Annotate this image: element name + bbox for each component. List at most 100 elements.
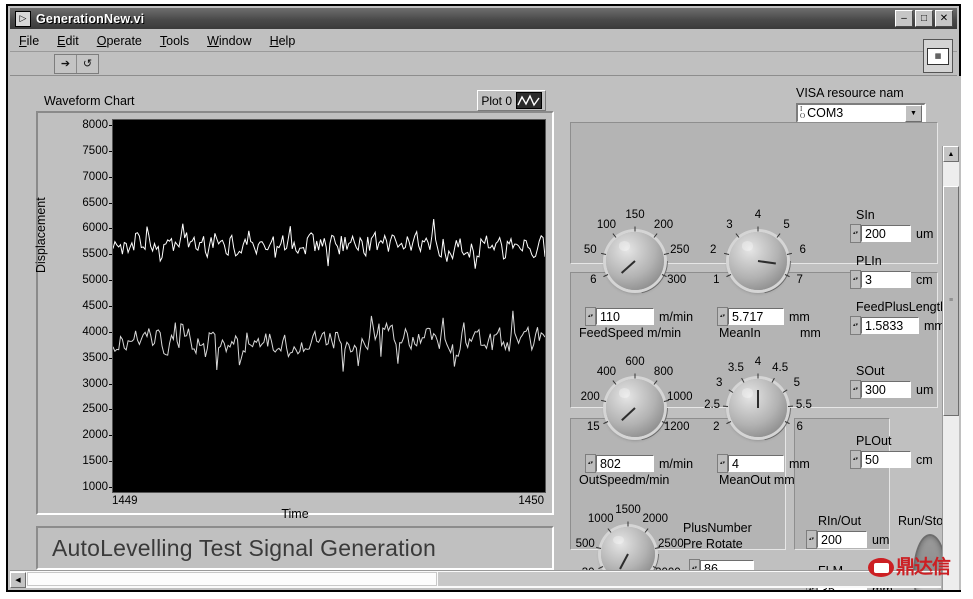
meanout-knob-tickmark <box>723 406 728 407</box>
plin-value-input[interactable]: 3 <box>861 271 911 288</box>
meanin-knob-tick: 7 <box>796 274 802 286</box>
chart-frame: Plot 0 Displacement 80007500700065006000… <box>36 111 554 515</box>
chart-y-axis: 8000750070006500600055005000450040003500… <box>56 119 108 493</box>
menu-operate[interactable]: Operate <box>88 33 151 49</box>
run-arrow-icon[interactable]: ➔ <box>55 55 77 73</box>
labview-window: ▷ GenerationNew.vi – □ ✕ FFileile Edit O… <box>6 4 961 592</box>
menu-window[interactable]: Window <box>198 33 260 49</box>
menu-tools[interactable]: Tools <box>151 33 198 49</box>
hscroll-thumb[interactable] <box>27 572 437 586</box>
outspeed-knob-tickmark <box>635 374 636 379</box>
rinout-value-input[interactable]: 200 <box>817 531 867 548</box>
minimize-button[interactable]: – <box>895 10 913 27</box>
meanout-knob-needle <box>757 390 759 408</box>
meanout-value-unit: mm <box>789 457 810 471</box>
outspeed-value-input[interactable]: 802 <box>596 455 654 472</box>
feedpluslength-value-spinner[interactable]: ▴▾ <box>850 316 861 335</box>
feedspeed-knob[interactable]: 650100150200250300 <box>576 206 694 316</box>
visa-combobox[interactable]: IO COM3 ▼ <box>796 103 926 123</box>
outspeed-value-spinner[interactable]: ▴▾ <box>585 454 596 473</box>
run-continuous-icon[interactable]: ↺ <box>77 55 98 73</box>
outspeed-knob-tick: 1000 <box>667 391 693 403</box>
close-button[interactable]: ✕ <box>935 10 953 27</box>
vi-title-icon: ▷ <box>15 11 31 27</box>
toolbar: ➔ ↺ <box>10 52 957 76</box>
meanin-knob-tick: 1 <box>713 274 719 286</box>
menu-help[interactable]: Help <box>261 33 305 49</box>
feedspeed-knob-tick: 250 <box>670 244 689 256</box>
sin-value: ▴▾200um <box>850 224 933 243</box>
chart-ytick: 3500 <box>82 352 108 364</box>
feedspeed-value: ▴▾110m/min <box>585 307 693 326</box>
visa-label: VISA resource nam <box>796 86 924 100</box>
chart-ytick: 1000 <box>82 481 108 493</box>
rinout-value-spinner[interactable]: ▴▾ <box>806 530 817 549</box>
meanin-knob-tick: 2 <box>710 244 716 256</box>
meanout-value-input[interactable]: 4 <box>728 455 784 472</box>
banner-text: AutoLevelling Test Signal Generation <box>52 535 436 562</box>
waveform-line-icon[interactable] <box>516 92 542 109</box>
feedspeed-knob-tick: 300 <box>667 274 686 286</box>
outspeed-knob-tick: 400 <box>597 366 616 378</box>
feedspeed-value-input[interactable]: 110 <box>596 308 654 325</box>
meanin-value-spinner[interactable]: ▴▾ <box>717 307 728 326</box>
chevron-down-icon[interactable]: ▼ <box>905 105 922 122</box>
window-controls: – □ ✕ <box>895 10 955 27</box>
watermark-logo-icon <box>868 558 894 577</box>
hscroll-track[interactable] <box>438 572 941 586</box>
meanout-value: ▴▾4 mm <box>717 454 810 473</box>
feedpluslength-value-input[interactable]: 1.5833 <box>861 317 919 334</box>
sout-value-spinner[interactable]: ▴▾ <box>850 380 861 399</box>
meanin-value-input[interactable]: 5.717 <box>728 308 784 325</box>
chart-ytick: 4500 <box>82 300 108 312</box>
visa-value: COM3 <box>807 106 905 120</box>
title-bar: ▷ GenerationNew.vi – □ ✕ <box>10 8 957 29</box>
meanout-value-spinner[interactable]: ▴▾ <box>717 454 728 473</box>
menu-file[interactable]: FFileile <box>10 33 48 49</box>
caret-up-icon[interactable]: ▲ <box>943 146 959 162</box>
menu-edit[interactable]: Edit <box>48 33 88 49</box>
meanin-knob-tick: 3 <box>726 219 732 231</box>
meanin-value-unit: mm <box>789 310 810 324</box>
meanout-knob-arc <box>725 375 791 441</box>
chart-ytick: 1500 <box>82 455 108 467</box>
sin-label: SIn <box>856 208 875 222</box>
plout-label: PLOut <box>856 434 891 448</box>
outspeed-knob[interactable]: 1520040060080010001200 <box>576 353 694 463</box>
plusnumber-label2: Pre Rotate <box>683 537 743 551</box>
legend-label: Plot 0 <box>481 94 512 108</box>
plin-value-spinner[interactable]: ▴▾ <box>850 270 861 289</box>
plout-value-input[interactable]: 50 <box>861 451 911 468</box>
plout-value-spinner[interactable]: ▴▾ <box>850 450 861 469</box>
outspeed-value: ▴▾802m/min <box>585 454 693 473</box>
vertical-scrollbar[interactable]: ▲ ≡ ▼ <box>942 146 959 590</box>
meanout-caption: MeanOut mm <box>719 473 795 487</box>
maximize-button[interactable]: □ <box>915 10 933 27</box>
chart-plot-area[interactable] <box>112 119 546 493</box>
vscroll-thumb[interactable]: ≡ <box>943 186 959 416</box>
chart-trace <box>113 311 545 372</box>
sin-value-spinner[interactable]: ▴▾ <box>850 224 861 243</box>
vi-connector-icon[interactable]: ▦ <box>923 39 953 73</box>
plin-label: PLIn <box>856 254 882 268</box>
chart-legend[interactable]: Plot 0 <box>477 90 546 111</box>
feedpluslength-label: FeedPlusLength <box>856 300 947 314</box>
meanout-knob-tick: 4.5 <box>772 362 788 374</box>
caret-left-icon[interactable]: ◀ <box>10 572 26 588</box>
window-title: GenerationNew.vi <box>36 12 144 26</box>
horizontal-scrollbar[interactable]: ◀ <box>10 570 941 588</box>
chart-ytick: 5500 <box>82 248 108 260</box>
meanin-value: ▴▾5.717 mm <box>717 307 810 326</box>
meanin-unit-caption: mm <box>800 326 821 340</box>
meanin-knob-tick: 6 <box>800 244 806 256</box>
watermark: 鼎达信 <box>868 558 950 577</box>
meanout-knob[interactable]: 22.533.544.555.56 <box>699 353 817 463</box>
chart-ytick: 6000 <box>82 222 108 234</box>
meanin-knob[interactable]: 1234567 <box>699 206 817 316</box>
feedspeed-value-spinner[interactable]: ▴▾ <box>585 307 596 326</box>
sout-value-input[interactable]: 300 <box>861 381 911 398</box>
meanout-knob-tickmark <box>788 406 793 407</box>
sin-value-input[interactable]: 200 <box>861 225 911 242</box>
chart-ytick: 8000 <box>82 119 108 131</box>
outspeed-caption: OutSpeedm/min <box>579 473 669 487</box>
